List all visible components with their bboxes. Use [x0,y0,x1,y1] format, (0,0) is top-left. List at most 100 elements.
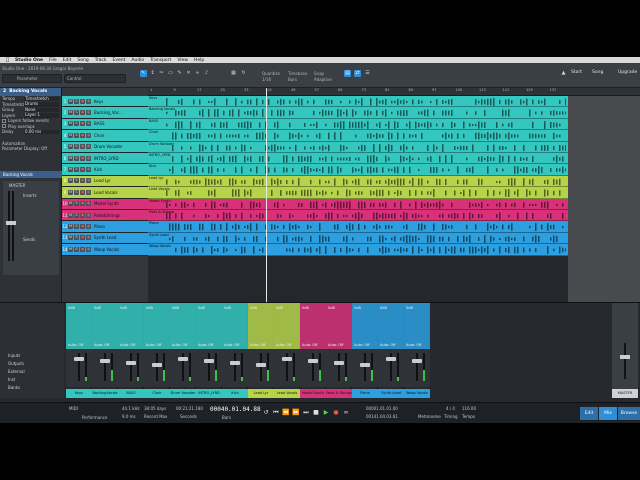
volume-fader[interactable] [334,361,344,365]
performance-label[interactable]: Performance [82,415,107,420]
strip-name[interactable]: Drum Vocoder [170,389,196,398]
master-strip-fader[interactable] [620,355,630,359]
track-header[interactable]: 13 M S ● ◎ Synth Lead [62,232,148,245]
volume-fader[interactable] [126,361,136,365]
timebase-value[interactable]: Bars [288,77,297,82]
loop-end[interactable]: 00141.04.03.61 [366,414,398,419]
strip-auto-label[interactable]: Auto: Off [68,343,84,347]
record-arm-button[interactable]: ● [80,189,85,195]
strip-auto-label[interactable]: Auto: Off [198,343,214,347]
strip-gain-value[interactable]: 0dB [250,306,257,310]
monitor-button[interactable]: ◎ [86,121,91,127]
menu-song[interactable]: Song [77,58,88,63]
metronome-label[interactable]: Metronome [418,414,441,419]
menu-file[interactable]: File [49,58,57,63]
loop-record-icon[interactable]: ∞ [342,409,350,417]
strip-name[interactable]: Piano [352,389,378,398]
solo-button[interactable]: S [74,224,79,230]
track-name[interactable]: INTRO_LYRD [92,156,148,161]
track-name[interactable]: Kick [92,167,148,172]
record-arm-button[interactable]: ● [80,224,85,230]
strip-name[interactable]: Lead Lyr [248,389,274,398]
strip-gain-value[interactable]: 0dB [68,306,75,310]
master-fader[interactable] [6,221,16,225]
side-outputs[interactable]: Outputs [8,361,24,366]
record-arm-button[interactable]: ● [80,155,85,161]
strip-gain-value[interactable]: 0dB [328,306,335,310]
loop-icon[interactable]: ↻ [240,70,247,77]
strip-gain-value[interactable]: 0dB [94,306,101,310]
strip-auto-label[interactable]: Auto: Off [172,343,188,347]
follow-icon[interactable]: ☰ [364,70,371,77]
volume-fader[interactable] [256,363,266,367]
audio-event[interactable]: Backing Vocals [148,107,568,119]
strip-auto-label[interactable]: Auto: Off [94,343,110,347]
loop-start[interactable]: 00001.01.01.00 [366,406,398,411]
monitor-button[interactable]: ◎ [86,201,91,207]
strip-auto-label[interactable]: Auto: Off [224,343,240,347]
track-name[interactable]: Keys [92,99,148,104]
track-name[interactable]: Model Synth [92,201,148,206]
play-icon[interactable]: ▶ [322,409,330,417]
track-header[interactable]: 5 M S ● ◎ Drum Vocoder [62,141,148,153]
solo-button[interactable]: S [74,98,79,104]
monitor-button[interactable]: ◎ [86,110,91,116]
audio-event[interactable]: Synth Lead [148,232,568,245]
mute-button[interactable]: M [68,178,73,184]
strip-auto-label[interactable]: Auto: Off [146,343,162,347]
solo-button[interactable]: S [74,110,79,116]
pencil-tool-icon[interactable]: ✎ [176,70,183,77]
track-name[interactable]: Lead Lyr [92,178,148,183]
monitor-button[interactable]: ◎ [86,178,91,184]
volume-fader[interactable] [412,359,422,363]
snap-grid-icon[interactable]: ▦ [230,70,237,77]
upgrade-button[interactable]: Upgrade [618,70,637,75]
solo-button[interactable]: S [74,246,79,252]
solo-button[interactable]: S [74,201,79,207]
solo-button[interactable]: S [74,189,79,195]
volume-fader[interactable] [386,357,396,361]
time-signature[interactable]: 4 / 4 [446,406,455,411]
side-inst[interactable]: Inst [8,377,15,382]
strip-gain-value[interactable]: 0dB [354,306,361,310]
solo-button[interactable]: S [74,235,79,241]
strip-gain-value[interactable]: 0dB [302,306,309,310]
record-arm-button[interactable]: ● [80,178,85,184]
record-arm-button[interactable]: ● [80,132,85,138]
mute-button[interactable]: M [68,235,73,241]
audio-event[interactable]: Keys [148,96,568,108]
checkbox-icon[interactable] [2,124,6,129]
mute-button[interactable]: M [68,224,73,230]
track-name[interactable]: BASS [92,121,148,126]
mute-button[interactable]: M [68,155,73,161]
start-icon[interactable]: ▲ [560,70,567,77]
rewind-icon[interactable]: ⏮ [272,409,280,417]
strip-auto-label[interactable]: Auto: Off [120,343,136,347]
track-header[interactable]: 8 M S ● ◎ Lead Lyr [62,175,148,188]
track-name[interactable]: Lead Vocals [92,190,148,195]
track-name[interactable]: Piano [92,224,148,229]
solo-button[interactable]: S [74,144,79,150]
volume-fader[interactable] [152,363,162,367]
track-header[interactable]: 1 M S ● ◎ Keys [62,96,148,108]
record-arm-button[interactable]: ● [80,212,85,218]
side-inputs[interactable]: Inputs [8,353,20,358]
record-arm-button[interactable]: ● [80,121,85,127]
start-button[interactable]: Start [571,70,582,75]
strip-name[interactable]: Pads & Strings [326,389,352,398]
monitor-button[interactable]: ◎ [86,132,91,138]
solo-button[interactable]: S [74,212,79,218]
record-arm-button[interactable]: ● [80,98,85,104]
mute-button[interactable]: M [68,246,73,252]
menu-edit[interactable]: Edit [63,58,72,63]
solo-button[interactable]: S [74,178,79,184]
inspector-row[interactable]: Delay 0.00 ms [0,129,61,135]
strip-auto-label[interactable]: Auto: Off [276,343,292,347]
mute-button[interactable]: M [68,121,73,127]
record-arm-button[interactable]: ● [80,235,85,241]
mute-button[interactable]: M [68,110,73,116]
audio-event[interactable]: Lead Vocals [148,187,568,199]
arrow-tool-icon[interactable]: ↖ [140,70,147,77]
end-icon[interactable]: ⏭ [302,409,310,417]
channel-header[interactable]: Backing Vocals [0,171,62,178]
